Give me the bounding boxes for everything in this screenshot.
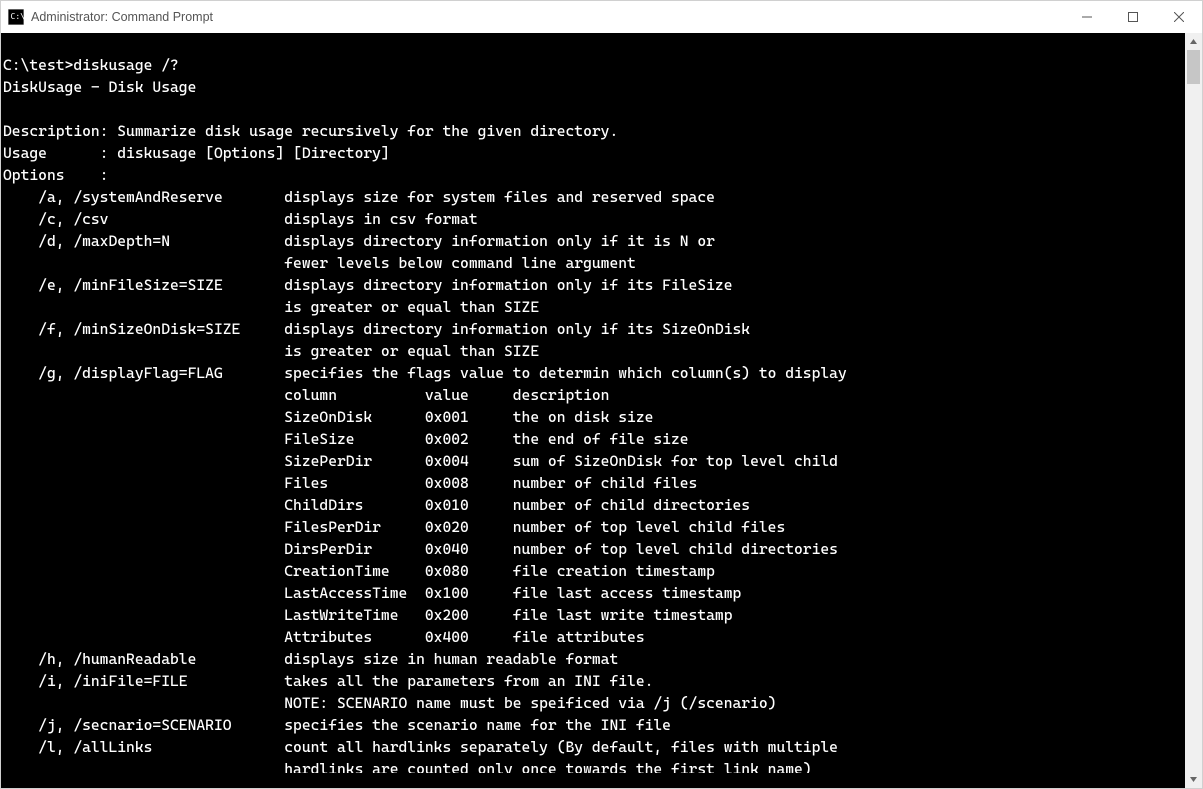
- close-button[interactable]: [1156, 1, 1202, 33]
- svg-text:C:\: C:\: [11, 12, 25, 21]
- cmd-icon: C:\: [7, 8, 25, 26]
- maximize-button[interactable]: [1110, 1, 1156, 33]
- scroll-thumb[interactable]: [1187, 50, 1200, 84]
- scroll-track[interactable]: [1185, 50, 1202, 771]
- scroll-up-button[interactable]: [1185, 33, 1202, 50]
- vertical-scrollbar[interactable]: [1185, 33, 1202, 788]
- title-bar: C:\ Administrator: Command Prompt: [1, 1, 1202, 33]
- window-title: Administrator: Command Prompt: [31, 10, 213, 24]
- client-area: C:\test>diskusage /? DiskUsage - Disk Us…: [1, 33, 1202, 788]
- console-output[interactable]: C:\test>diskusage /? DiskUsage - Disk Us…: [1, 48, 1185, 773]
- scroll-down-button[interactable]: [1185, 771, 1202, 788]
- minimize-button[interactable]: [1064, 1, 1110, 33]
